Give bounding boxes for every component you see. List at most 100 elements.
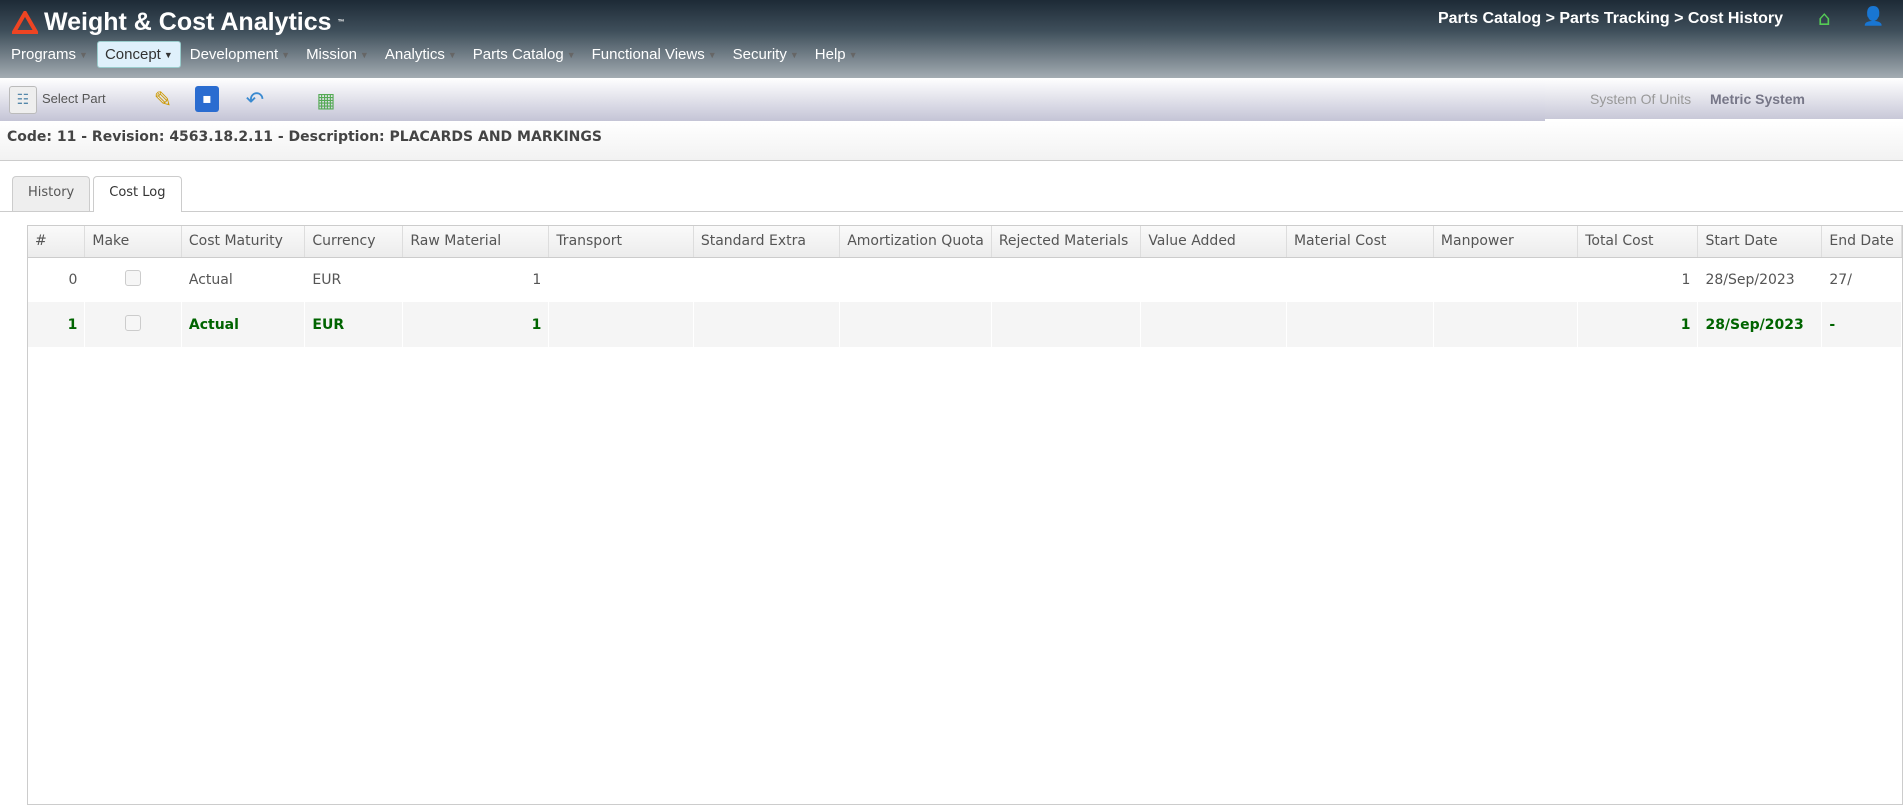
cell-raw-material: 1 [402,302,550,347]
col-header[interactable]: Cost Maturity [181,226,306,258]
col-header[interactable]: Value Added [1140,226,1287,258]
tab-cost-log[interactable]: Cost Log [93,176,182,212]
cell-empty [1286,302,1434,347]
cell-total-cost: 1 [1577,302,1699,347]
nav-label: Development [189,46,279,63]
user-menu-icon[interactable]: 👤 [1862,6,1884,27]
select-part-button[interactable]: Select Part [42,91,106,106]
cell-empty [1141,257,1287,302]
cell-empty [693,302,841,347]
cell-start-date: 28/Sep/2023 [1697,302,1823,347]
cost-log-table: # Make Cost Maturity Currency Raw Materi… [28,226,1902,347]
cell-end-date: 27/ [1829,271,1852,288]
nav-mission[interactable]: Mission ▼ [299,41,376,68]
cell-start-date: 28/Sep/2023 [1705,271,1795,288]
cell-currency: EUR [312,271,342,288]
col-header[interactable]: Transport [548,226,694,258]
col-header[interactable]: Total Cost [1577,226,1699,258]
header-bar: Weight & Cost Analytics ™ Parts Catalog >… [0,0,1903,78]
toolbar: ☷ Select Part ✎ ▪ ↶ ▦ [0,78,1545,121]
cell-empty [1433,302,1579,347]
col-header[interactable]: Standard Extra [693,226,841,258]
logo-icon [12,10,38,34]
chevron-down-icon: ▼ [447,49,457,60]
chevron-down-icon: ▼ [566,49,576,60]
make-checkbox[interactable] [125,314,142,331]
nav-parts-catalog[interactable]: Parts Catalog ▼ [466,41,583,68]
save-icon[interactable]: ▪ [195,86,219,112]
excel-export-icon[interactable]: ▦ [312,86,340,114]
cell-empty [839,302,992,347]
nav-label: Help [814,46,846,63]
chevron-down-icon: ▼ [707,49,717,60]
nav-label: Programs [11,46,77,63]
chevron-down-icon: ▼ [848,49,858,60]
cell-empty [1140,302,1287,347]
cell-empty [548,302,694,347]
nav-security[interactable]: Security ▼ [726,41,806,68]
table-row-current[interactable]: 1 Actual EUR 1 1 28/Sep/2023 - [28,302,1902,347]
tab-history[interactable]: History [12,176,91,211]
col-header[interactable]: Amortization Quota [839,226,992,258]
col-header[interactable]: # [28,226,86,258]
cell-empty [1433,257,1577,302]
nav-label: Mission [306,46,357,63]
home-icon[interactable]: ⌂ [1818,6,1831,30]
nav-label: Security [732,46,787,63]
cell-empty [991,302,1142,347]
edit-icon[interactable]: ✎ [149,86,177,114]
tab-bar: History Cost Log [12,176,182,212]
nav-label: Parts Catalog [472,46,564,63]
col-header[interactable]: Manpower [1433,226,1579,258]
table-header: # Make Cost Maturity Currency Raw Materi… [28,226,1902,258]
nav-analytics[interactable]: Analytics ▼ [378,41,464,68]
units-bar: System Of Units Metric System [1545,78,1903,119]
chevron-down-icon: ▼ [359,49,369,60]
cell-make [85,257,181,302]
cell-num: 1 [28,302,86,347]
make-checkbox[interactable] [125,269,142,286]
chevron-down-icon: ▼ [79,49,88,60]
trademark: ™ [337,19,345,26]
nav-development[interactable]: Development ▼ [183,41,297,68]
col-header[interactable]: Currency [304,226,404,258]
table-row[interactable]: 0 Actual EUR 1 1 28/Sep/2023 27/ [28,257,1902,302]
nav-functional-views[interactable]: Functional Views ▼ [585,41,724,68]
col-header[interactable]: Material Cost [1286,226,1434,258]
nav-concept[interactable]: Concept ▼ [96,41,181,68]
col-header[interactable]: Start Date [1697,226,1823,258]
col-header[interactable]: Make [84,226,182,258]
chevron-down-icon: ▼ [163,49,173,60]
units-label: System Of Units [1590,91,1692,107]
nav-label: Analytics [384,46,445,63]
units-value[interactable]: Metric System [1710,91,1805,107]
nav-help[interactable]: Help ▼ [808,41,865,68]
tree-icon[interactable]: ☷ [9,86,37,114]
cell-total-cost: 1 [1681,271,1691,288]
app-logo[interactable]: Weight & Cost Analytics ™ [12,8,345,37]
cell-empty [693,257,839,302]
cell-raw-material: 1 [532,271,542,288]
nav-label: Concept [104,46,161,63]
nav-label: Functional Views [591,46,705,63]
col-header[interactable]: End Date [1821,226,1902,258]
main-nav: Programs ▼ Concept ▼ Development ▼ Mission ▼… [4,41,865,68]
cell-empty [840,257,992,302]
cell-end-date: - [1821,302,1902,347]
undo-icon[interactable]: ↶ [241,86,269,114]
tab-divider [0,211,1903,212]
app-title: Weight & Cost Analytics [44,8,332,36]
col-header[interactable]: Raw Material [402,226,550,258]
breadcrumb: Parts Catalog > Parts Tracking > Cost Hi… [1437,10,1783,27]
col-header[interactable]: Rejected Materials [991,226,1142,258]
cell-currency: EUR [304,302,404,347]
cell-num: 0 [68,271,78,288]
nav-programs[interactable]: Programs ▼ [4,41,95,68]
cell-empty [549,257,694,302]
cell-maturity: Actual [181,302,306,347]
cell-make [84,302,182,347]
chevron-down-icon: ▼ [789,49,799,60]
chevron-down-icon: ▼ [281,49,291,60]
part-info: Code: 11 - Revision: 4563.18.2.11 - Desc… [0,121,1903,161]
cell-empty [1286,257,1433,302]
